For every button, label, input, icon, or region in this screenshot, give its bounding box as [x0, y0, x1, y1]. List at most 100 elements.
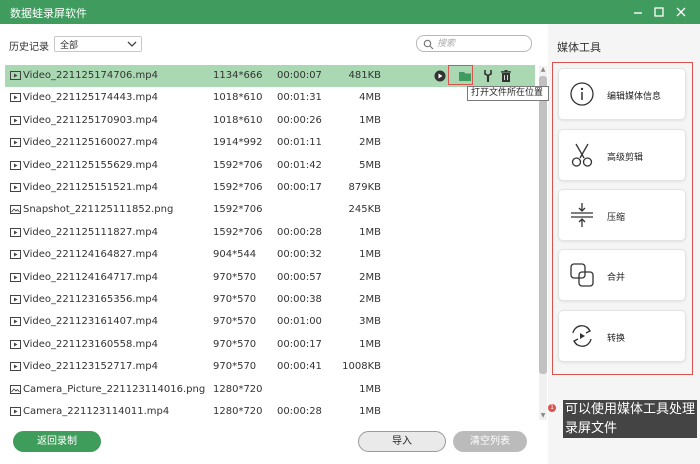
file-row[interactable]: Video_221125160027.mp4 1914*992 00:01:11 2M…	[5, 132, 535, 154]
import-button[interactable]: 导入	[358, 431, 446, 452]
image-file-icon	[10, 205, 21, 214]
file-row[interactable]: Video_221125155629.mp4 1592*706 00:01:42 5M…	[5, 155, 535, 177]
video-file-icon	[10, 295, 21, 304]
window-title: 数据蛙录屏软件	[10, 7, 87, 20]
file-size: 245KB	[348, 204, 381, 215]
file-size: 2MB	[359, 137, 381, 148]
back-to-record-button[interactable]: 返回录制	[13, 431, 101, 452]
file-resolution: 970*570	[213, 339, 257, 350]
file-name: Video_221125155629.mp4	[23, 160, 158, 171]
image-file-icon	[10, 385, 21, 394]
file-size: 1MB	[359, 249, 381, 260]
file-name: Video_221123160558.mp4	[23, 339, 158, 350]
file-resolution: 1914*992	[213, 137, 263, 148]
file-size: 1008KB	[342, 361, 381, 372]
file-size: 481KB	[348, 70, 381, 81]
file-size: 2MB	[359, 272, 381, 283]
file-name: Video_221124164827.mp4	[23, 249, 158, 260]
history-filter-select[interactable]: 全部	[54, 36, 142, 52]
file-resolution: 904*544	[213, 249, 257, 260]
file-size: 1MB	[359, 115, 381, 126]
file-row[interactable]: Video_221123152717.mp4 970*570 00:00:41 100…	[5, 356, 535, 378]
file-size: 1MB	[359, 406, 381, 417]
file-row[interactable]: Video_221124164717.mp4 970*570 00:00:57 2MB	[5, 267, 535, 289]
tool-merge[interactable]: 合并	[558, 249, 686, 301]
search-input[interactable]	[437, 38, 527, 50]
tool-convert[interactable]: 转换	[558, 310, 686, 362]
scissors-icon	[571, 143, 593, 167]
video-file-icon	[10, 317, 21, 326]
maximize-icon[interactable]	[651, 4, 667, 20]
file-resolution: 970*570	[213, 294, 257, 305]
file-name: Video_221125160027.mp4	[23, 137, 158, 148]
tool-advanced-edit[interactable]: 高级剪辑	[558, 129, 686, 181]
folder-action-highlight	[448, 65, 473, 85]
convert-icon	[572, 325, 592, 347]
file-name: Camera_221123114011.mp4	[23, 406, 170, 417]
file-row[interactable]: Video_221125151521.mp4 1592*706 00:00:17 87…	[5, 177, 535, 199]
media-tools-title: 媒体工具	[557, 41, 601, 54]
file-size: 4MB	[359, 92, 381, 103]
minimize-icon[interactable]	[630, 4, 646, 20]
tool-label: 高级剪辑	[607, 153, 644, 163]
file-row[interactable]: Snapshot_221125111852.png 1592*706 245KB	[5, 199, 535, 221]
scroll-up-icon[interactable]: ▲	[539, 66, 547, 74]
file-resolution: 1134*666	[213, 70, 263, 81]
annotation-callout: 可以使用媒体工具处理录屏文件	[563, 400, 697, 438]
file-resolution: 970*570	[213, 361, 257, 372]
video-file-icon	[10, 273, 21, 282]
merge-icon	[570, 263, 594, 287]
file-resolution: 1592*706	[213, 182, 263, 193]
file-size: 2MB	[359, 294, 381, 305]
file-resolution: 970*570	[213, 316, 257, 327]
search-box[interactable]	[416, 35, 532, 52]
file-name: Video_221124164717.mp4	[23, 272, 158, 283]
video-file-icon	[10, 340, 21, 349]
info-icon	[570, 82, 594, 106]
file-resolution: 1280*720	[213, 384, 263, 395]
file-name: Video_221125170903.mp4	[23, 115, 158, 126]
file-size: 1MB	[359, 339, 381, 350]
close-icon[interactable]	[673, 4, 689, 20]
file-row[interactable]: Video_221123165356.mp4 970*570 00:00:38 2MB	[5, 289, 535, 311]
file-row[interactable]: Video_221125174443.mp4 1018*610 00:01:31 4M…	[5, 87, 535, 109]
tool-edit-media-info[interactable]: 编辑媒体信息	[558, 68, 686, 120]
file-resolution: 970*570	[213, 272, 257, 283]
video-file-icon	[10, 362, 21, 371]
file-size: 3MB	[359, 316, 381, 327]
tool-compress[interactable]: 压缩	[558, 189, 686, 241]
file-row[interactable]: Video_221123160558.mp4 970*570 00:00:17 1MB	[5, 334, 535, 356]
video-file-icon	[10, 93, 21, 102]
file-name: Video_221125151521.mp4	[23, 182, 158, 193]
clear-list-button[interactable]: 清空列表	[453, 431, 527, 452]
play-icon[interactable]	[432, 68, 448, 84]
scroll-down-icon[interactable]: ▼	[539, 412, 547, 420]
tool-label: 编辑媒体信息	[607, 92, 662, 102]
file-size: 1MB	[359, 227, 381, 238]
video-file-icon	[10, 138, 21, 147]
file-name: Video_221123165356.mp4	[23, 294, 158, 305]
scrollbar-thumb[interactable]	[539, 76, 547, 374]
file-row[interactable]: Camera_221123114011.mp4 1280*720 00:00:28 1…	[5, 401, 535, 421]
file-row[interactable]: Video_221125170903.mp4 1018*610 00:00:26 1M…	[5, 110, 535, 132]
compress-icon	[571, 203, 593, 227]
video-file-icon	[10, 161, 21, 170]
video-file-icon	[10, 250, 21, 259]
chevron-down-icon	[127, 41, 137, 47]
file-resolution: 1018*610	[213, 115, 263, 126]
search-icon	[423, 39, 434, 50]
file-row[interactable]: Video_221125111827.mp4 1592*706 00:00:28 1M…	[5, 222, 535, 244]
trash-icon[interactable]	[498, 68, 514, 84]
file-size: 1MB	[359, 384, 381, 395]
file-row[interactable]: Video_221124164827.mp4 904*544 00:00:32 1MB	[5, 244, 535, 266]
file-name: Video_221125174443.mp4	[23, 92, 158, 103]
tool-label: 转换	[607, 334, 626, 344]
title-bar: 数据蛙录屏软件	[0, 0, 700, 24]
tool-label: 压缩	[607, 213, 626, 223]
file-row[interactable]: Camera_Picture_221123114016.png 1280*720 1…	[5, 379, 535, 401]
file-row[interactable]: Video_221123161407.mp4 970*570 00:01:00 3MB	[5, 311, 535, 333]
file-name: Video_221125111827.mp4	[23, 227, 158, 238]
tools-icon[interactable]	[480, 68, 496, 84]
file-size: 5MB	[359, 160, 381, 171]
tooltip-open-folder: 打开文件所在位置	[467, 86, 549, 101]
